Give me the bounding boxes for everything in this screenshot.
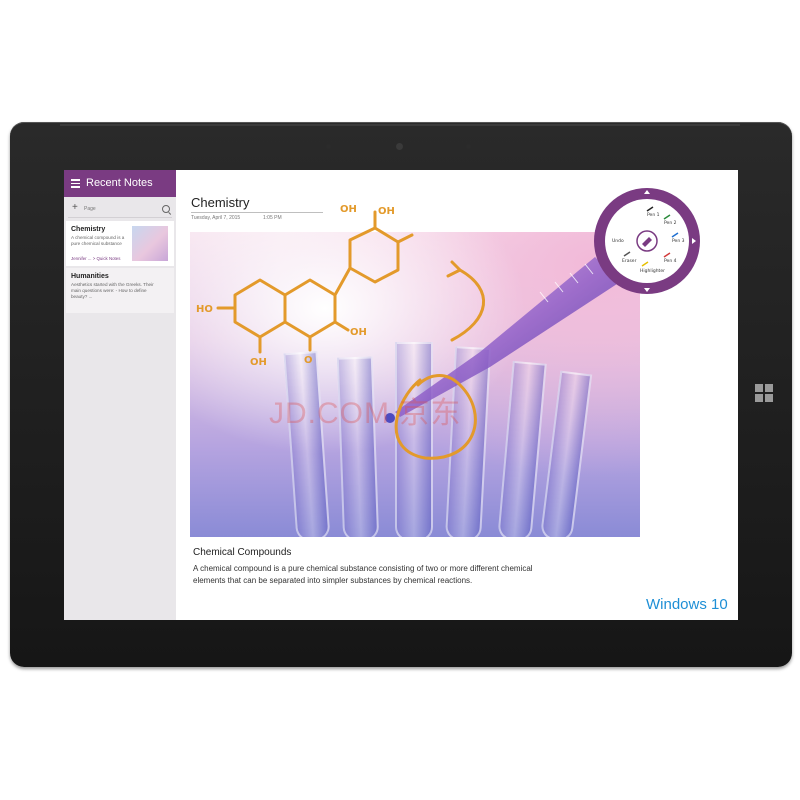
pen-1-option[interactable]: Pen 1 [647,212,660,218]
sidebar-divider [68,217,172,218]
note-preview: Aesthetics started with the Greeks. Thei… [71,282,154,299]
pen-3-option[interactable]: Pen 3 [672,238,685,244]
ink-label: OH [340,204,357,215]
note-title: Humanities [71,273,109,280]
windows-10-brand: Windows 10 [646,596,728,613]
note-thumbnail [132,226,168,261]
pen-4-option[interactable]: Pen 4 [664,258,677,264]
add-page-icon[interactable]: + [72,203,78,213]
sensor-right [466,144,471,149]
ink-label: O [304,355,313,366]
eraser-option[interactable]: Eraser [622,258,637,264]
highlighter-option[interactable]: Highlighter [640,268,665,274]
search-icon[interactable] [162,205,170,213]
content-body[interactable]: A chemical compound is a pure chemical s… [193,563,553,587]
note-title: Chemistry [71,226,106,233]
front-camera [396,143,403,150]
screen: Recent Notes + Page Chemistry A chemical… [64,170,738,620]
note-preview: A chemical compound is a pure chemical s… [71,235,125,246]
pen-2-option[interactable]: Pen 2 [664,220,677,226]
content-heading[interactable]: Chemical Compounds [193,547,291,558]
undo-option[interactable]: Undo [612,238,624,244]
radial-pen-menu[interactable]: Pen 1 Pen 2 Pen 3 Pen 4 Highlighter Eras… [592,186,702,296]
watermark: JD.COM 京东 [269,397,462,430]
windows-logo-icon[interactable] [755,384,773,402]
note-location: Jennifer ... > Quick Notes [71,256,121,261]
add-page-label[interactable]: Page [84,206,96,212]
ink-label: OH [250,357,267,368]
sidebar-title: Recent Notes [86,177,153,189]
hamburger-menu-icon[interactable] [71,179,80,188]
bezel-edge [60,124,740,126]
sensor-left [326,144,331,149]
ink-label: OH [350,327,367,338]
ink-label: HO [196,304,213,315]
ink-label: OH [378,206,395,217]
